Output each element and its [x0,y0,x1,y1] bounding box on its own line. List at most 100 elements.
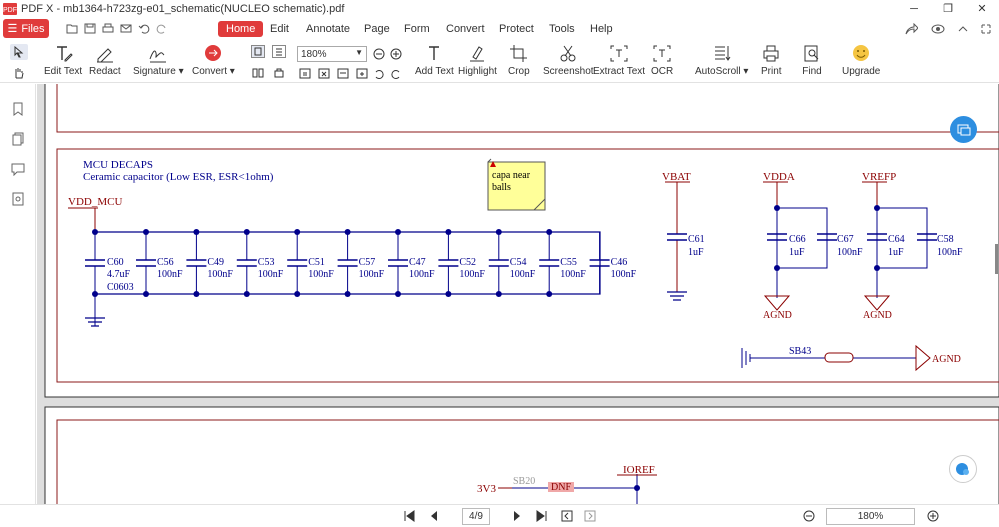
minimize-button[interactable]: ─ [897,0,931,17]
c61-name: C61 [688,234,705,245]
first-page-icon[interactable] [401,508,417,524]
autoscroll-label: AutoScroll [695,66,741,77]
sb20-label: SB20 [513,476,535,487]
menu-form[interactable]: Form [404,21,430,37]
crop-button[interactable]: Crop [508,44,530,77]
attachment-icon[interactable] [11,192,25,206]
cap-value-c51: 100nF [308,269,334,280]
signature-icon [149,50,167,63]
save-icon[interactable] [84,21,96,35]
collapse-ribbon-icon[interactable] [955,21,971,37]
document-view[interactable]: MCU DECAPS Ceramic capacitor (Low ESR, E… [37,84,999,504]
menu-help[interactable]: Help [590,21,613,37]
open-folder-icon[interactable] [66,21,78,35]
add-text-button[interactable]: Add Text [415,44,454,77]
eye-icon[interactable] [930,21,946,37]
expand-icon[interactable] [978,21,994,37]
ocr-label: OCR [651,66,674,77]
print-small-icon[interactable] [102,21,114,35]
menu-home[interactable]: Home [218,21,264,37]
print-button[interactable]: Print [761,44,782,77]
prev-page-icon[interactable] [426,508,442,524]
cap-name-c54: C54 [510,257,527,268]
rotate-right-icon[interactable] [389,67,403,80]
find-icon [804,45,819,62]
autoscroll-button[interactable]: AutoScroll ▾ [695,44,748,77]
vertical-scrollbar-thumb[interactable] [995,244,998,274]
fit-width-icon[interactable] [336,67,350,80]
pages-thumbnail-icon[interactable] [11,132,25,146]
fit-visible-icon[interactable] [355,67,369,80]
smiley-upgrade-icon [853,45,870,61]
maximize-button[interactable]: ❐ [931,0,965,17]
upgrade-button[interactable]: Upgrade [842,44,880,77]
last-page-icon[interactable] [534,508,550,524]
add-text-label: Add Text [415,66,454,77]
two-page-view-icon[interactable] [251,66,265,79]
help-float-button[interactable] [949,455,977,483]
redo-icon[interactable] [156,21,168,35]
find-button[interactable]: Find [802,44,822,77]
email-icon[interactable] [120,21,132,35]
fit-page-icon[interactable] [317,67,331,80]
zoom-out-bottom-icon[interactable] [801,508,817,524]
sticky-note[interactable]: capa near balls [487,158,546,211]
extract-text-button[interactable]: Extract Text [593,44,645,77]
c61-value: 1uF [688,247,704,258]
actual-size-icon[interactable] [298,67,312,80]
screenshot-button[interactable]: Screenshot [543,44,594,77]
note-line2: balls [492,182,511,193]
net-3v3-label: 3V3 [477,483,496,495]
ocr-icon [653,45,671,62]
bookmark-icon[interactable] [11,102,25,116]
page-number-input[interactable]: 4/9 [462,508,490,525]
files-button[interactable]: ☰ Files [3,19,49,38]
convert-icon [205,45,222,61]
ocr-button[interactable]: OCR [651,44,673,77]
rotate-left-icon[interactable] [372,67,386,80]
screenshot-label: Screenshot [543,66,594,77]
edit-text-button[interactable]: Edit Text [44,44,82,77]
cap-value-c49: 100nF [207,269,233,280]
zoom-level-input[interactable]: 180% [826,508,915,525]
next-view-icon[interactable] [582,508,598,524]
cover-view-icon[interactable] [272,66,286,79]
convert-button[interactable]: Convert ▾ [192,44,235,77]
ai-assistant-button[interactable] [950,116,977,143]
zoom-in-icon[interactable] [389,47,403,60]
menu-annotate[interactable]: Annotate [306,21,350,37]
comment-icon[interactable] [11,162,25,177]
vbat-label: VBAT [662,171,691,183]
redact-button[interactable]: Redact [89,44,121,77]
sb43-label: SB43 [789,346,811,357]
single-page-view-icon[interactable] [251,45,265,58]
signature-label: Signature [133,66,176,77]
zoom-in-bottom-icon[interactable] [925,508,941,524]
signature-button[interactable]: Signature ▾ [133,44,184,77]
zoom-select[interactable]: 180% ▼ [297,46,367,62]
menu-tools[interactable]: Tools [549,21,575,37]
redact-label: Redact [89,66,121,77]
next-page-icon[interactable] [509,508,525,524]
menu-convert[interactable]: Convert [446,21,485,37]
vdda-agnd-label: AGND [763,310,792,321]
edit-text-icon [57,46,73,62]
convert-dropdown-icon: ▾ [227,66,235,77]
select-tool-icon[interactable] [10,44,28,60]
app-logo-icon: PDF [3,2,17,15]
undo-icon[interactable] [138,21,150,35]
share-icon[interactable] [903,21,919,37]
menu-edit[interactable]: Edit [270,21,289,37]
menu-page[interactable]: Page [364,21,390,37]
highlight-button[interactable]: Highlight [458,44,497,77]
previous-view-icon[interactable] [559,508,575,524]
cap-name-c52: C52 [459,257,476,268]
continuous-view-icon[interactable] [272,45,286,58]
title-bar: PDF PDF X - mb1364-h723zg-e01_schematic(… [0,0,999,17]
zoom-out-icon[interactable] [372,47,386,60]
hand-tool-icon[interactable] [12,66,26,79]
c60-package: C0603 [107,282,134,293]
close-button[interactable]: ✕ [965,0,999,17]
ribbon-toolbar: Edit Text Redact Signature ▾ Convert ▾ 1… [0,40,999,83]
menu-protect[interactable]: Protect [499,21,534,37]
